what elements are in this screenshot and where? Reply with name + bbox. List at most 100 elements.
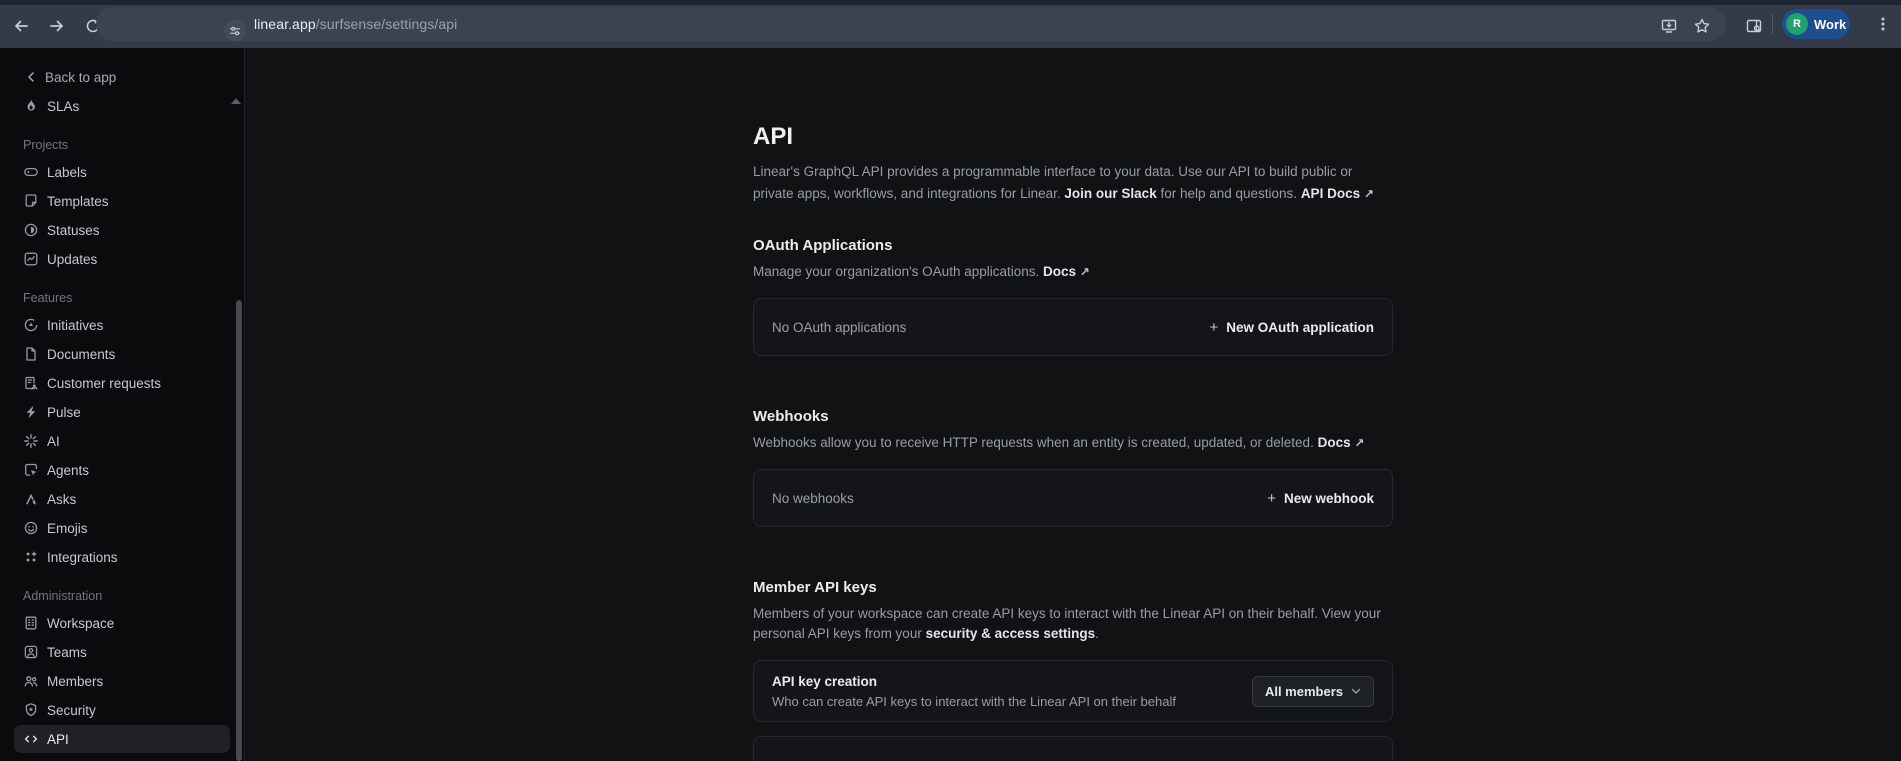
sidebar-item-agents[interactable]: Agents (14, 456, 230, 484)
sidebar-scroll-up-arrow[interactable] (231, 98, 241, 104)
chevron-down-icon (1351, 686, 1361, 696)
button-label: New OAuth application (1226, 320, 1374, 335)
template-icon (23, 193, 39, 209)
sidebar-item-ai[interactable]: AI (14, 427, 230, 455)
site-settings-icon[interactable] (224, 20, 246, 42)
url-path: /surfsense/settings/api (316, 16, 458, 32)
url-host: linear.app (254, 16, 316, 32)
member-api-keys-description: Members of your workspace can create API… (753, 604, 1393, 644)
dropdown-value: All members (1265, 684, 1343, 699)
forward-icon[interactable] (48, 17, 66, 35)
sidebar-item-emojis[interactable]: Emojis (14, 514, 230, 542)
flame-icon (23, 98, 39, 114)
document-icon (23, 346, 39, 362)
sidebar-section-projects: Projects (0, 135, 244, 155)
join-slack-link[interactable]: Join our Slack (1064, 186, 1156, 201)
agent-cursor-icon (23, 462, 39, 478)
sidebar-item-labels[interactable]: Labels (14, 158, 230, 186)
sidebar-item-templates[interactable]: Templates (14, 187, 230, 215)
webhooks-section-description: Webhooks allow you to receive HTTP reque… (753, 433, 1393, 453)
oauth-docs-link[interactable]: Docs (1043, 264, 1076, 279)
sidebar-item-api[interactable]: API (14, 725, 230, 753)
sidebar-item-label: Documents (47, 347, 115, 362)
webhooks-docs-link[interactable]: Docs (1318, 435, 1351, 450)
url-text: linear.app/surfsense/settings/api (254, 7, 457, 41)
oauth-description-text: Manage your organization's OAuth applica… (753, 264, 1043, 279)
window-frame-strip (0, 0, 1901, 5)
api-intro-text: Linear's GraphQL API provides a programm… (753, 161, 1393, 205)
browser-menu-icon[interactable] (1874, 15, 1892, 38)
oauth-section-heading: OAuth Applications (753, 237, 1393, 254)
webhooks-description-text: Webhooks allow you to receive HTTP reque… (753, 435, 1318, 450)
browser-chrome: linear.app/surfsense/settings/api R Work (0, 0, 1901, 48)
side-panel-search-icon[interactable] (1745, 17, 1763, 35)
sidebar-item-label: AI (47, 434, 60, 449)
button-label: New webhook (1284, 491, 1374, 506)
sidebar-item-label: Agents (47, 463, 89, 478)
building-icon (23, 615, 39, 631)
plus-icon: + (1209, 319, 1218, 336)
sidebar-item-label: Members (47, 674, 103, 689)
sidebar-item-asks[interactable]: Asks (14, 485, 230, 513)
api-key-creation-dropdown[interactable]: All members (1252, 676, 1374, 707)
back-to-app-button[interactable]: Back to app (0, 62, 244, 92)
back-to-app-label: Back to app (45, 70, 116, 85)
new-oauth-application-button[interactable]: + New OAuth application (1209, 319, 1374, 336)
sidebar-item-documents[interactable]: Documents (14, 340, 230, 368)
sidebar-item-security[interactable]: Security (14, 696, 230, 724)
sidebar-item-label: API (47, 732, 69, 747)
webhooks-card: No webhooks + New webhook (753, 469, 1393, 527)
members-icon (23, 673, 39, 689)
plus-icon: + (1267, 490, 1276, 507)
intro-text-2: for help and questions. (1157, 186, 1301, 201)
api-key-creation-card: API key creation Who can create API keys… (753, 660, 1393, 722)
sidebar-item-label: Customer requests (47, 376, 161, 391)
webhooks-section-heading: Webhooks (753, 408, 1393, 425)
sidebar-section-administration: Administration (0, 586, 244, 606)
sidebar-scrollbar-thumb[interactable] (236, 300, 242, 761)
sidebar-item-members[interactable]: Members (14, 667, 230, 695)
sidebar-item-label: Statuses (47, 223, 100, 238)
label-icon (23, 164, 39, 180)
avatar: R (1786, 13, 1808, 35)
security-access-settings-link[interactable]: security & access settings (926, 626, 1096, 641)
browser-profile-chip[interactable]: R Work (1782, 9, 1850, 39)
chevron-left-icon (26, 72, 36, 82)
customer-requests-icon (23, 375, 39, 391)
api-docs-link[interactable]: API Docs (1301, 186, 1360, 201)
back-icon[interactable] (12, 17, 30, 35)
sidebar-item-teams[interactable]: Teams (14, 638, 230, 666)
shield-icon (23, 702, 39, 718)
profile-name: Work (1814, 17, 1846, 32)
webhooks-empty-state: No webhooks (772, 491, 854, 506)
sidebar-item-label: Teams (47, 645, 87, 660)
api-key-creation-subtitle: Who can create API keys to interact with… (772, 694, 1176, 709)
sidebar-item-integrations[interactable]: Integrations (14, 543, 230, 571)
sidebar-item-label: Pulse (47, 405, 81, 420)
sidebar-item-statuses[interactable]: Statuses (14, 216, 230, 244)
external-link-arrow-icon: ↗ (1080, 265, 1090, 279)
sidebar-item-slas[interactable]: SLAs (14, 92, 230, 120)
sidebar-item-initiatives[interactable]: Initiatives (14, 311, 230, 339)
smiley-icon (23, 520, 39, 536)
sidebar-item-pulse[interactable]: Pulse (14, 398, 230, 426)
sidebar-item-updates[interactable]: Updates (14, 245, 230, 273)
api-key-creation-text: API key creation Who can create API keys… (772, 674, 1176, 709)
ai-sparkle-icon (23, 433, 39, 449)
sidebar-item-label: Workspace (47, 616, 114, 631)
install-app-icon[interactable] (1660, 17, 1678, 35)
chart-updates-icon (23, 251, 39, 267)
sidebar-item-customer-requests[interactable]: Customer requests (14, 369, 230, 397)
member-api-keys-heading: Member API keys (753, 579, 1393, 596)
sidebar-item-label: Labels (47, 165, 87, 180)
sidebar-item-label: Asks (47, 492, 76, 507)
sidebar-item-label: Security (47, 703, 96, 718)
sidebar-item-label: Updates (47, 252, 97, 267)
asks-icon (23, 491, 39, 507)
bookmark-star-icon[interactable] (1693, 17, 1711, 35)
oauth-applications-card: No OAuth applications + New OAuth applic… (753, 298, 1393, 356)
sidebar-item-workspace[interactable]: Workspace (14, 609, 230, 637)
new-webhook-button[interactable]: + New webhook (1267, 490, 1374, 507)
url-bar[interactable]: linear.app/surfsense/settings/api (96, 7, 1726, 41)
sidebar-item-label: Initiatives (47, 318, 103, 333)
